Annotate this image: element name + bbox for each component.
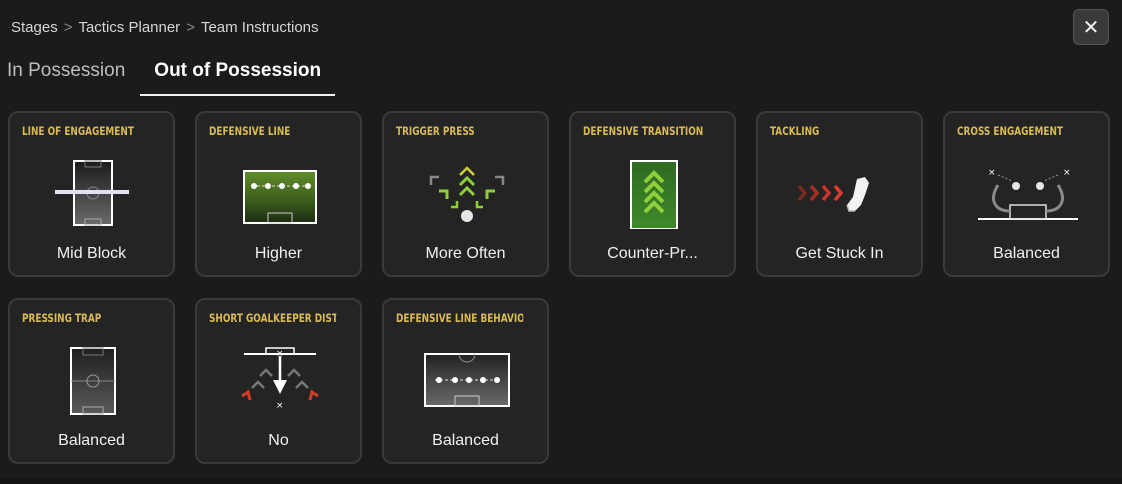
card-defensive-line-behaviour[interactable]: DEFENSIVE LINE BEHAVIOUR Balanced [382,298,549,464]
close-button[interactable]: ✕ [1073,9,1109,45]
card-value: Higher [254,245,303,262]
card-title: SHORT GOALKEEPER DISTRIBU [209,311,337,325]
card-title: LINE OF ENGAGEMENT [22,124,134,138]
close-icon: ✕ [1082,16,1100,39]
card-short-goalkeeper-distribution[interactable]: SHORT GOALKEEPER DISTRIBU × × No [195,298,362,464]
card-value: Balanced [58,432,125,449]
card-title: DEFENSIVE TRANSITION [583,124,704,138]
card-title: PRESSING TRAP [22,311,102,325]
breadcrumb-stages[interactable]: Stages [11,19,58,36]
card-value: Mid Block [56,245,127,262]
card-tackling[interactable]: TACKLING Get Stuck In [756,111,923,277]
svg-text:×: × [1063,168,1071,178]
svg-text:×: × [988,168,996,178]
card-title: TRIGGER PRESS [396,124,475,138]
card-value: Balanced [993,245,1060,262]
card-value: Counter-Pr... [607,245,698,262]
card-value: Balanced [432,432,499,449]
card-trigger-press[interactable]: TRIGGER PRESS More Often [382,111,549,277]
goalkeeper-distribution-icon: × × [241,347,319,411]
breadcrumb: Stages > Tactics Planner > Team Instruct… [11,17,319,37]
breadcrumb-separator: > [186,18,195,36]
card-title: TACKLING [770,124,820,138]
card-defensive-line[interactable]: DEFENSIVE LINE Higher [195,111,362,277]
possession-tabs: In Possession Out of Possession [0,52,335,96]
tab-in-possession[interactable]: In Possession [0,52,140,96]
card-title: DEFENSIVE LINE BEHAVIOUR [396,311,523,325]
defensive-line-behaviour-icon [424,353,510,407]
tab-out-of-possession[interactable]: Out of Possession [140,52,335,96]
line-of-engagement-icon [55,160,129,226]
card-line-of-engagement[interactable]: LINE OF ENGAGEMENT Mid Block [8,111,175,277]
breadcrumb-tactics-planner[interactable]: Tactics Planner [78,19,180,36]
svg-text:×: × [276,401,284,411]
trigger-press-icon [429,166,505,222]
tackling-boot-icon [797,177,869,212]
card-value: Get Stuck In [795,245,884,262]
pressing-trap-icon [70,347,116,415]
defensive-transition-icon [630,160,678,229]
breadcrumb-separator: > [63,18,73,36]
card-cross-engagement[interactable]: CROSS ENGAGEMENT × × Balanced [943,111,1110,277]
card-value: More Often [425,245,506,262]
bottom-edge [0,478,1122,484]
breadcrumb-team-instructions: Team Instructions [200,18,319,36]
card-defensive-transition[interactable]: DEFENSIVE TRANSITION Counter-Pr... [569,111,736,277]
card-title: DEFENSIVE LINE [209,124,291,138]
card-title: CROSS ENGAGEMENT [957,124,1063,138]
card-value: No [268,432,289,449]
cross-engagement-icon: × × [978,168,1078,220]
defensive-line-icon [243,170,317,224]
card-pressing-trap[interactable]: PRESSING TRAP Balanced [8,298,175,464]
